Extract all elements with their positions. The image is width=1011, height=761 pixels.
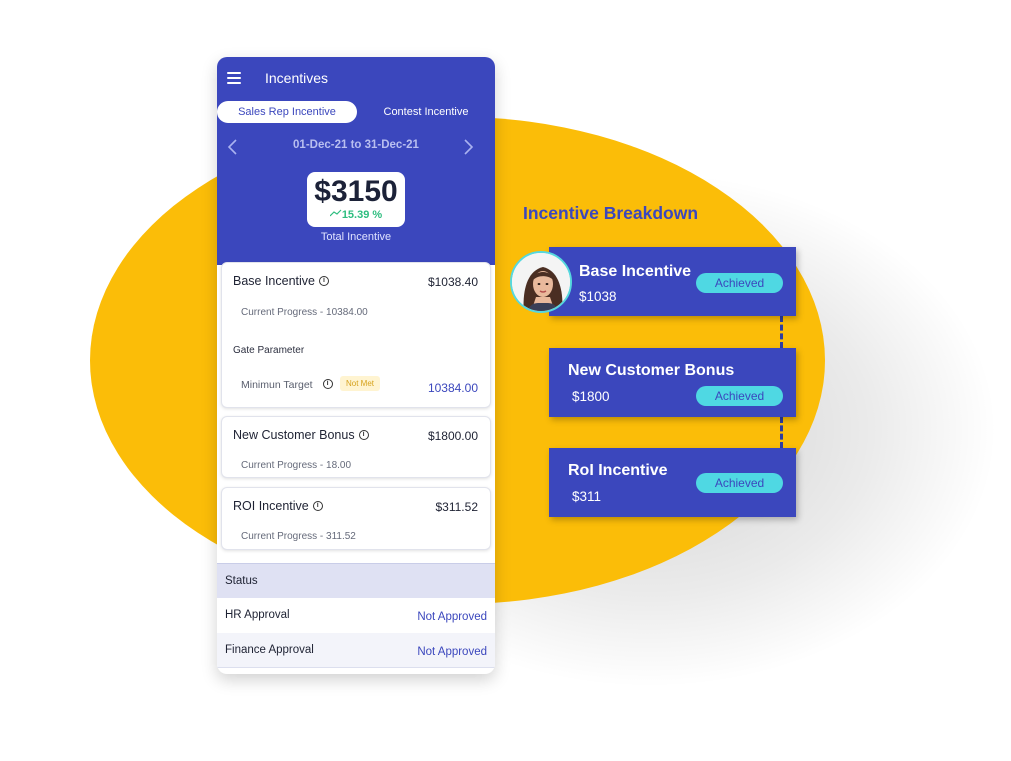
incentive-amount: $311.52 (435, 500, 479, 514)
hamburger-menu-icon[interactable] (227, 72, 241, 84)
breakdown-heading: Incentive Breakdown (523, 203, 699, 223)
app-header: Incentives Sales Rep Incentive Contest I… (217, 57, 495, 265)
gate-parameter-title: Gate Parameter (233, 345, 305, 356)
incentive-title: Base Incentive i (233, 274, 329, 288)
chevron-left-icon[interactable] (225, 138, 241, 156)
trend-up-icon (329, 209, 342, 217)
base-incentive-card[interactable]: Base Incentive i $1038.40 Current Progres… (221, 262, 491, 408)
breakdown-amount: $1038 (579, 289, 617, 304)
minimum-target-label: Minimun Target (241, 379, 313, 391)
tab-sales-rep-incentive[interactable]: Sales Rep Incentive (217, 101, 357, 123)
breakdown-card-new-customer-bonus[interactable]: New Customer Bonus $1800 Achieved (549, 348, 796, 417)
info-icon[interactable]: i (312, 501, 323, 511)
finance-approval-label: Finance Approval (225, 644, 314, 656)
chevron-right-icon[interactable] (460, 138, 476, 156)
total-incentive-label: Total Incentive (320, 231, 392, 243)
breakdown-connector (780, 316, 783, 348)
date-range-selector: 01-Dec-21 to 31-Dec-21 (217, 135, 495, 159)
total-change: 15.39 % (307, 209, 405, 221)
finance-approval-status: Not Approved (417, 646, 487, 658)
total-amount: $3150 (314, 175, 398, 208)
incentive-amount: $1038.40 (427, 275, 478, 289)
breakdown-card-roi-incentive[interactable]: RoI Incentive $311 Achieved (549, 448, 796, 517)
breakdown-title: RoI Incentive (568, 462, 668, 479)
incentive-name: Base Incentive (233, 274, 315, 288)
info-icon[interactable]: i (322, 379, 333, 389)
hr-approval-row: HR Approval Not Approved (217, 598, 495, 633)
roi-incentive-card[interactable]: ROI Incentive i $311.52 Current Progress … (221, 487, 491, 550)
achieved-badge: Achieved (696, 473, 783, 493)
status-header: Status (217, 563, 495, 598)
breakdown-connector (780, 417, 783, 448)
app-title: Incentives (265, 70, 329, 86)
phone-mockup: Incentives Sales Rep Incentive Contest I… (217, 57, 495, 674)
minimum-target-row: Minimun Target i (241, 379, 333, 391)
incentive-tabs: Sales Rep Incentive Contest Incentive (217, 101, 495, 123)
total-incentive-card: $3150 15.39 % (307, 172, 405, 227)
achieved-badge: Achieved (696, 273, 783, 293)
minimum-target-value: 10384.00 (427, 381, 478, 395)
info-icon[interactable]: i (319, 276, 329, 286)
total-change-value: 15.39 % (341, 209, 383, 221)
incentive-name: ROI Incentive (233, 499, 309, 513)
current-progress: Current Progress - 10384.00 (241, 307, 368, 318)
incentive-title: New Customer Bonus i (233, 428, 369, 442)
not-met-badge: Not Met (340, 376, 381, 391)
incentive-title: ROI Incentive i (233, 499, 323, 513)
finance-approval-row: Finance Approval Not Approved (217, 633, 495, 668)
breakdown-title: New Customer Bonus (568, 362, 735, 379)
hr-approval-label: HR Approval (225, 609, 290, 621)
achieved-badge: Achieved (696, 386, 783, 406)
user-avatar (510, 251, 572, 313)
current-progress: Current Progress - 311.52 (241, 531, 356, 542)
incentive-name: New Customer Bonus (233, 428, 355, 442)
breakdown-card-base-incentive[interactable]: Base Incentive $1038 Achieved (549, 247, 796, 316)
status-header-label: Status (225, 575, 258, 587)
tab-contest-incentive[interactable]: Contest Incentive (361, 101, 491, 123)
breakdown-title: Base Incentive (579, 263, 692, 280)
hr-approval-status: Not Approved (417, 611, 487, 623)
breakdown-amount: $1800 (572, 389, 610, 404)
new-customer-bonus-card[interactable]: New Customer Bonus i $1800.00 Current Pro… (221, 416, 491, 478)
info-icon[interactable]: i (358, 430, 369, 440)
breakdown-amount: $311 (572, 489, 602, 504)
date-range-label: 01-Dec-21 to 31-Dec-21 (293, 139, 419, 151)
incentive-amount: $1800.00 (427, 429, 478, 443)
current-progress: Current Progress - 18.00 (241, 460, 352, 471)
